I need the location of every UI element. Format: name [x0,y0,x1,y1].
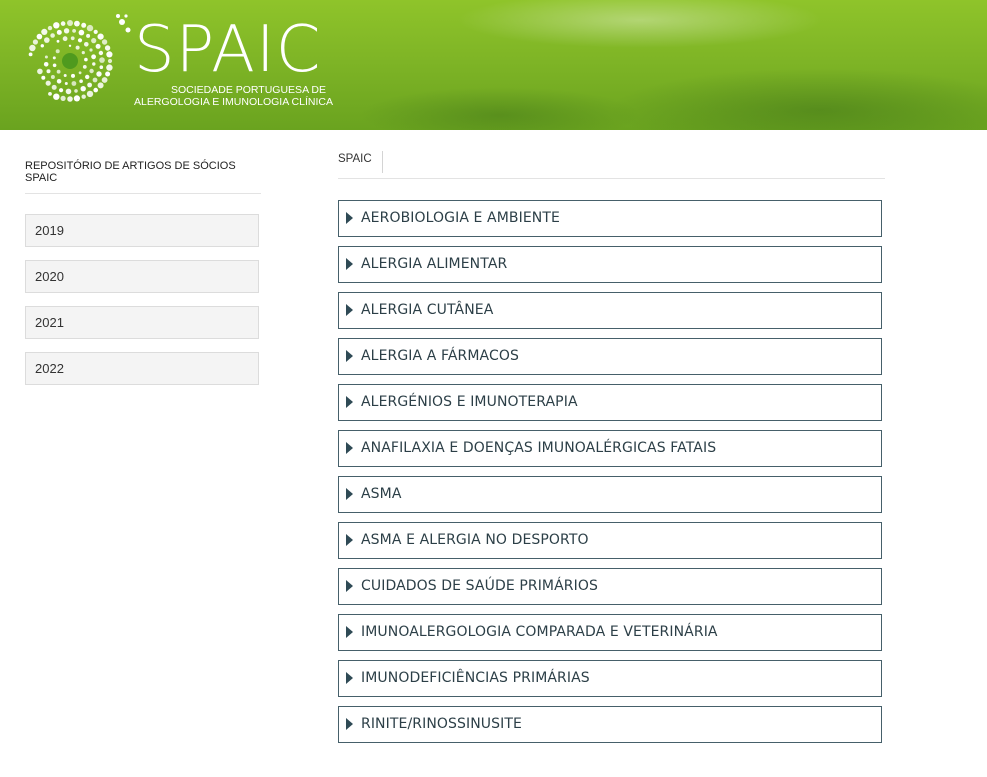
accordion-item[interactable]: IMUNODEFICIÊNCIAS PRIMÁRIAS [338,660,882,697]
year-item-2022[interactable]: 2022 [25,352,259,385]
accordion-item[interactable]: ALERGÉNIOS E IMUNOTERAPIA [338,384,882,421]
accordion-label: ALERGIA CUTÂNEA [361,302,494,318]
accordion-label: ANAFILAXIA E DOENÇAS IMUNOALÉRGICAS FATA… [361,440,717,456]
accordion-label: ALERGÉNIOS E IMUNOTERAPIA [361,394,578,410]
accordion-label: IMUNOALERGOLOGIA COMPARADA E VETERINÁRIA [361,624,718,640]
caret-right-icon [346,488,353,500]
caret-right-icon [346,718,353,730]
accordion-label: ALERGIA A FÁRMACOS [361,348,519,364]
year-label: 2019 [35,223,64,238]
logo-subtitle-line2: ALERGOLOGIA E IMUNOLOGIA CLÍNICA [134,96,333,108]
accordion-item[interactable]: ALERGIA ALIMENTAR [338,246,882,283]
caret-right-icon [346,442,353,454]
accordion-label: ALERGIA ALIMENTAR [361,256,508,272]
caret-right-icon [346,396,353,408]
caret-right-icon [346,580,353,592]
breadcrumb: SPAIC [338,148,885,179]
logo-subtitle-line1: SOCIEDADE PORTUGUESA DE [170,84,326,96]
caret-right-icon [346,212,353,224]
caret-right-icon [346,350,353,362]
year-item-2021[interactable]: 2021 [25,306,259,339]
accordion-item[interactable]: AEROBIOLOGIA E AMBIENTE [338,200,882,237]
sidebar-title: REPOSITÓRIO DE ARTIGOS DE SÓCIOS SPAIC [25,160,261,194]
caret-right-icon [346,672,353,684]
site-header: SPAIC SOCIEDADE PORTUGUESA DE ALERGOLOGI… [0,0,987,130]
caret-right-icon [346,258,353,270]
accordion-item[interactable]: CUIDADOS DE SAÚDE PRIMÁRIOS [338,568,882,605]
accordion-label: IMUNODEFICIÊNCIAS PRIMÁRIAS [361,670,590,686]
accordion-label: RINITE/RINOSSINUSITE [361,716,522,732]
year-item-2020[interactable]: 2020 [25,260,259,293]
category-accordion: AEROBIOLOGIA E AMBIENTE ALERGIA ALIMENTA… [338,200,882,752]
accordion-label: AEROBIOLOGIA E AMBIENTE [361,210,560,226]
year-label: 2020 [35,269,64,284]
accordion-item[interactable]: ALERGIA CUTÂNEA [338,292,882,329]
year-label: 2021 [35,315,64,330]
accordion-item[interactable]: ASMA [338,476,882,513]
year-list: 2019 2020 2021 2022 [25,214,260,385]
accordion-label: CUIDADOS DE SAÚDE PRIMÁRIOS [361,578,598,594]
spaic-logo-icon[interactable] [22,14,132,104]
caret-right-icon [346,304,353,316]
accordion-label: ASMA [361,486,402,502]
accordion-item[interactable]: RINITE/RINOSSINUSITE [338,706,882,743]
main-content: SPAIC AEROBIOLOGIA E AMBIENTE ALERGIA AL… [338,148,885,743]
accordion-label: ASMA E ALERGIA NO DESPORTO [361,532,589,548]
sidebar: REPOSITÓRIO DE ARTIGOS DE SÓCIOS SPAIC 2… [25,160,261,398]
caret-right-icon [346,534,353,546]
accordion-item[interactable]: ANAFILAXIA E DOENÇAS IMUNOALÉRGICAS FATA… [338,430,882,467]
accordion-item[interactable]: IMUNOALERGOLOGIA COMPARADA E VETERINÁRIA [338,614,882,651]
caret-right-icon [346,626,353,638]
breadcrumb-item-spaic[interactable]: SPAIC [338,151,383,173]
logo-wordmark[interactable]: SPAIC [134,18,321,82]
year-item-2019[interactable]: 2019 [25,214,259,247]
accordion-item[interactable]: ALERGIA A FÁRMACOS [338,338,882,375]
logo-subtitle: SOCIEDADE PORTUGUESA DE ALERGOLOGIA E IM… [134,84,333,108]
year-label: 2022 [35,361,64,376]
accordion-item[interactable]: ASMA E ALERGIA NO DESPORTO [338,522,882,559]
